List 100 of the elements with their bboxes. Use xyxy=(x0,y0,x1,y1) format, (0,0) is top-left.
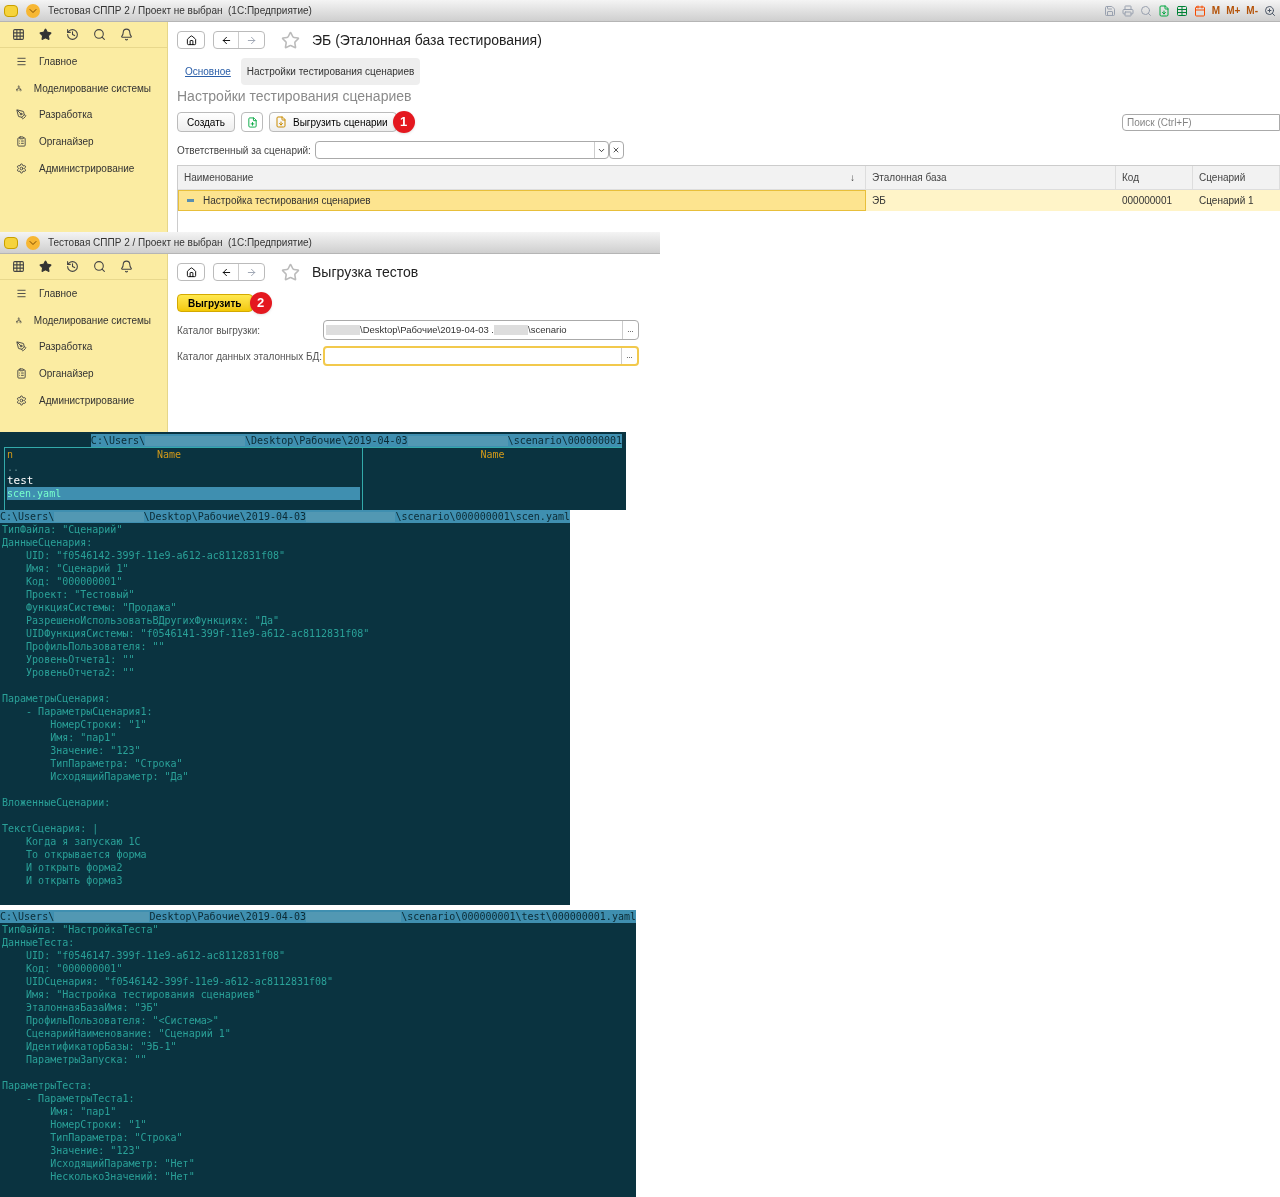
calendar-icon[interactable] xyxy=(1193,4,1206,17)
code-line: Имя: "пар1" xyxy=(49,731,118,744)
home-icon xyxy=(185,34,197,46)
add-document-icon xyxy=(246,116,258,128)
code-line: ПрофильПользователя: "<Система>" xyxy=(25,1014,220,1027)
code-line: UIDСценария: "f0546142-399f-11e9-a612-ac8112831f08" xyxy=(25,975,335,988)
code-line: Имя: "Сценарий 1" xyxy=(25,562,130,575)
field-label: Каталог выгрузки: xyxy=(177,323,262,338)
code-line: ТипФайла: "Сценарий" xyxy=(2,523,124,536)
arrow-right-icon xyxy=(246,266,257,278)
export-button[interactable]: Выгрузить сценарии xyxy=(269,112,397,132)
search-field[interactable]: Поиск (Ctrl+F) xyxy=(1122,113,1280,131)
clear-button[interactable] xyxy=(608,141,624,159)
step-badge: 2 xyxy=(249,292,272,314)
table-cell-text: ЭБ xyxy=(871,194,887,208)
sidebar-item[interactable]: Разработка xyxy=(39,339,93,355)
path-field[interactable]: \Desktop\Рабочие\2019-04-03 . \scenario ... xyxy=(323,320,639,340)
column-header[interactable]: Эталонная база xyxy=(866,166,1116,189)
code-line: НомерСтроки: "1" xyxy=(49,718,148,731)
sidebar-item[interactable]: Органайзер xyxy=(39,133,94,149)
create-button[interactable]: Создать xyxy=(177,112,235,132)
browse-button[interactable]: ... xyxy=(621,348,637,364)
export-button[interactable]: Выгрузить xyxy=(177,294,253,312)
code-line: ВложенныеСценарии: xyxy=(2,796,112,809)
code-line: НесколькоЗначений: "Нет" xyxy=(49,1170,196,1183)
star-icon[interactable] xyxy=(39,260,52,273)
path-field[interactable]: ... xyxy=(323,346,639,366)
code-line: ДанныеСценария: xyxy=(2,536,94,549)
home-button[interactable] xyxy=(177,31,205,49)
tab[interactable]: Основное xyxy=(179,58,237,85)
dropdown-icon[interactable] xyxy=(26,3,40,18)
sidebar-item[interactable]: Администрирование xyxy=(39,160,135,176)
bell-icon[interactable] xyxy=(120,28,133,41)
section-icon xyxy=(16,341,27,353)
history-icon[interactable] xyxy=(66,28,79,41)
column-header[interactable]: Сценарий xyxy=(1193,166,1280,189)
code-line: UID: "f0546147-399f-11e9-a612-ac8112831f08" xyxy=(25,949,286,962)
sidebar-item[interactable]: Главное xyxy=(39,53,78,69)
code-line: ТекстСценария: | xyxy=(2,822,100,835)
memory-button[interactable]: M+ xyxy=(1226,3,1241,18)
memory-button[interactable]: M- xyxy=(1246,3,1258,18)
tab[interactable]: Настройки тестирования сценариев xyxy=(240,58,421,85)
dropdown-icon[interactable] xyxy=(26,235,40,250)
search-icon[interactable] xyxy=(93,28,106,41)
redacted-block xyxy=(494,325,528,335)
code-line: UIDФункцияСистемы: "f0546141-399f-11e9-a612-ac8112831f08" xyxy=(25,627,371,640)
table-cell-text: 000000001 xyxy=(1121,194,1174,208)
file-entry[interactable]: test xyxy=(7,474,360,487)
code-line: ФункцияСистемы: "Продажа" xyxy=(25,601,178,614)
code-line: То открывается форма xyxy=(25,848,148,861)
section-icon xyxy=(16,314,22,326)
column-header[interactable]: Код xyxy=(1116,166,1193,189)
path-text: C:\Users\ xyxy=(0,510,55,523)
sidebar-item[interactable]: Органайзер xyxy=(39,365,94,381)
code-line: Имя: "Настройка тестирования сценариев" xyxy=(25,988,262,1001)
field-label: Каталог данных эталонных БД: xyxy=(177,349,323,364)
section-icon xyxy=(16,55,27,67)
folder-download-icon xyxy=(275,116,287,128)
history-icon[interactable] xyxy=(66,260,79,273)
code-line: УровеньОтчета2: "" xyxy=(25,666,136,679)
code-line: Проект: "Тестовый" xyxy=(25,588,136,601)
path-text: Desktop\Рабочие\2019-04-03 xyxy=(149,910,306,923)
column-header: Name xyxy=(480,448,505,462)
sidebar-item[interactable]: Администрирование xyxy=(39,392,135,408)
code-line: И открыть форма2 xyxy=(25,861,124,874)
search-icon[interactable] xyxy=(93,260,106,273)
code-line: ТипФайла: "НастройкаТеста" xyxy=(2,923,160,936)
grid-icon[interactable] xyxy=(12,260,25,273)
column-header: n xyxy=(7,448,15,461)
column-header[interactable]: Наименование ↓ xyxy=(178,166,866,189)
sidebar-item[interactable]: Моделирование системы xyxy=(33,312,151,328)
favorite-star-icon[interactable] xyxy=(281,262,300,282)
code-line: ПараметрыСценария: xyxy=(2,692,112,705)
home-button[interactable] xyxy=(177,263,205,281)
page-title: ЭБ (Эталонная база тестирования) xyxy=(312,30,542,50)
code-line: Значение: "123" xyxy=(49,1144,142,1157)
arrow-left-icon xyxy=(220,266,232,278)
code-line: Значение: "123" xyxy=(49,744,142,757)
sidebar-item[interactable]: Разработка xyxy=(39,107,93,123)
path-text: \scenario xyxy=(528,322,567,337)
code-line: НомерСтроки: "1" xyxy=(49,1118,148,1131)
star-icon[interactable] xyxy=(39,28,52,41)
zoom-icon[interactable] xyxy=(1264,4,1276,17)
path-text: C:\Users\ xyxy=(0,910,55,923)
memory-button[interactable]: M xyxy=(1211,3,1221,18)
code-line: ДанныеТеста: xyxy=(2,936,76,949)
file-entry[interactable]: .. xyxy=(7,461,360,474)
code-line: ИдентификаторБазы: "ЭБ-1" xyxy=(25,1040,178,1053)
sidebar-item[interactable]: Главное xyxy=(39,285,78,301)
table-row[interactable]: Настройка тестирования сценариев ЭБ 000000001 Сценарий 1 xyxy=(178,190,1280,211)
favorite-star-icon[interactable] xyxy=(281,30,300,50)
section-icon xyxy=(16,367,27,379)
path-text: \Desktop\Рабочие\2019-04-03 . xyxy=(360,322,494,337)
table-icon[interactable] xyxy=(1175,4,1188,17)
grid-icon[interactable] xyxy=(12,28,25,41)
code-line: ТипПараметра: "Строка" xyxy=(49,1131,184,1144)
sidebar-item[interactable]: Моделирование системы xyxy=(33,80,151,96)
browse-button[interactable]: ... xyxy=(622,321,638,339)
code-line: - ПараметрыСценария1: xyxy=(25,705,154,718)
bell-icon[interactable] xyxy=(120,260,133,273)
